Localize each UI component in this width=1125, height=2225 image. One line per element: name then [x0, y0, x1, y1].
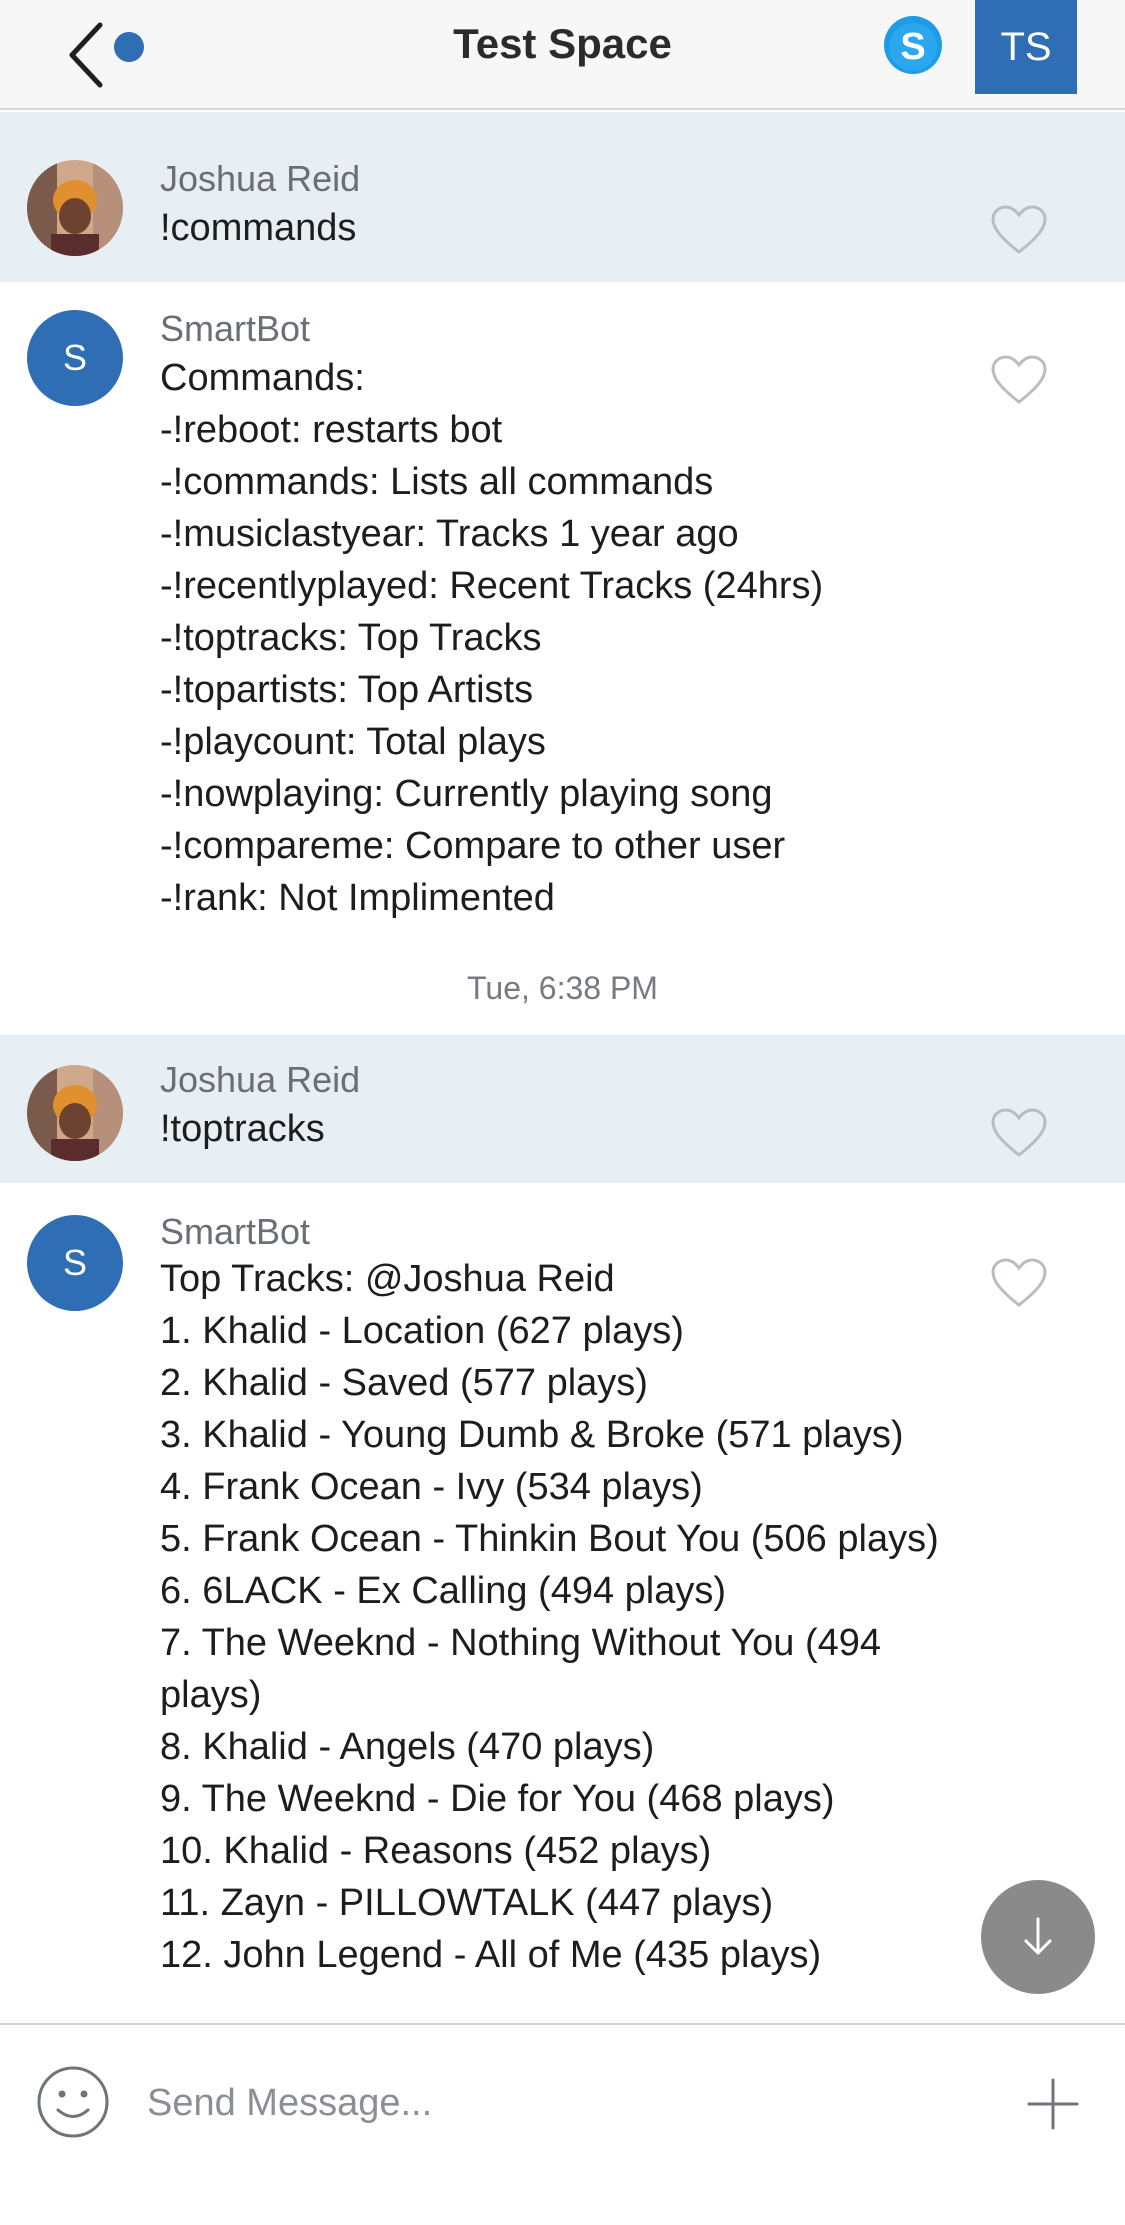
heart-icon[interactable]	[990, 204, 1048, 256]
date-separator: Tue, 6:38 PM	[467, 970, 658, 1006]
avatar[interactable]	[27, 160, 123, 256]
heart-icon[interactable]	[990, 354, 1048, 406]
heart-icon[interactable]	[990, 1107, 1048, 1159]
message-row: S SmartBot Top Tracks: @Joshua Reid 1. K…	[0, 1183, 1125, 2023]
sender-name: Joshua Reid	[160, 158, 361, 199]
sender-name: SmartBot	[160, 1211, 311, 1252]
svg-text:S: S	[900, 26, 925, 68]
message-row: Joshua Reid !toptracks	[0, 1035, 1125, 1183]
space-avatar[interactable]: TS	[975, 0, 1077, 94]
message-row: S SmartBot Commands: -!reboot: restarts …	[0, 282, 1125, 952]
message-row: Joshua Reid !commands	[0, 112, 1125, 282]
arrow-down-icon	[1024, 1917, 1052, 1955]
avatar[interactable]	[27, 1065, 123, 1161]
heart-icon[interactable]	[990, 1257, 1048, 1309]
smiley-icon[interactable]	[36, 2065, 110, 2139]
message-text: Top Tracks: @Joshua Reid 1. Khalid - Loc…	[160, 1258, 939, 1976]
skype-icon[interactable]: S	[882, 14, 944, 76]
scroll-to-bottom-button[interactable]	[981, 1880, 1095, 1994]
message-composer	[0, 2023, 1125, 2225]
sender-name: SmartBot	[160, 308, 311, 349]
page-title: Test Space	[453, 20, 672, 67]
top-bar: Test Space S TS	[0, 0, 1125, 110]
message-text: Commands: -!reboot: restarts bot -!comma…	[160, 357, 824, 919]
avatar[interactable]: S	[27, 1215, 123, 1311]
sender-name: Joshua Reid	[160, 1059, 361, 1100]
plus-icon[interactable]	[1026, 2077, 1080, 2131]
message-text: !commands	[160, 207, 357, 249]
avatar[interactable]: S	[27, 310, 123, 406]
message-text: !toptracks	[160, 1108, 325, 1150]
message-input[interactable]	[145, 2067, 969, 2139]
